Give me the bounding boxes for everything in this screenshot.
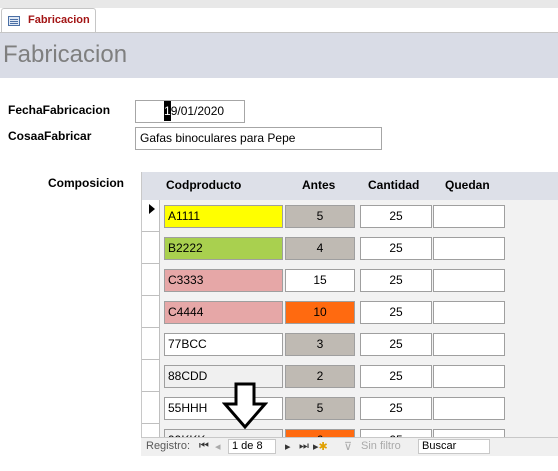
- next-record-icon[interactable]: ▸: [285, 440, 291, 453]
- cantidad-cell[interactable]: 25: [360, 205, 432, 228]
- antes-cell[interactable]: 15: [285, 269, 355, 292]
- record-navigation-bar: Registro: ⏮ ◂ 1 de 8 ▸ ⏭ ▸✱ ⊽ Sin filtro…: [141, 437, 558, 456]
- antes-cell[interactable]: 5: [285, 205, 355, 228]
- row-selector[interactable]: [142, 392, 160, 424]
- current-record-pointer-icon: [149, 204, 155, 214]
- last-record-icon[interactable]: ⏭: [299, 440, 309, 453]
- codproducto-cell[interactable]: A1111: [164, 205, 283, 228]
- document-tabs: Fabricacion: [0, 0, 558, 33]
- cantidad-cell[interactable]: 25: [360, 301, 432, 324]
- composicion-subform[interactable]: Codproducto Antes Cantidad Quedan A1111 5…: [141, 172, 558, 456]
- quedan-cell[interactable]: [433, 237, 505, 260]
- antes-cell[interactable]: 2: [285, 365, 355, 388]
- antes-cell[interactable]: 10: [285, 301, 355, 324]
- tab-fabricacion[interactable]: Fabricacion: [1, 8, 96, 33]
- subform-header: Codproducto Antes Cantidad Quedan: [142, 172, 558, 200]
- row-selector[interactable]: [142, 296, 160, 328]
- row-selector[interactable]: [142, 328, 160, 360]
- quedan-cell[interactable]: [433, 301, 505, 324]
- filter-status[interactable]: Sin filtro: [361, 440, 401, 452]
- codproducto-cell[interactable]: C3333: [164, 269, 283, 292]
- row-selector[interactable]: [142, 264, 160, 296]
- row-selector[interactable]: [142, 200, 160, 232]
- quedan-cell[interactable]: [433, 397, 505, 420]
- antes-cell[interactable]: 5: [285, 397, 355, 420]
- search-field[interactable]: Buscar: [418, 439, 490, 454]
- composicion-label: Composicion: [48, 176, 125, 190]
- record-position-field[interactable]: 1 de 8: [228, 439, 276, 454]
- cantidad-cell[interactable]: 25: [360, 269, 432, 292]
- new-record-icon[interactable]: ▸✱: [313, 440, 328, 453]
- form-title: Fabricacion: [3, 41, 128, 68]
- codproducto-cell[interactable]: 77BCC: [164, 333, 283, 356]
- form-icon: [8, 16, 20, 26]
- cantidad-cell[interactable]: 25: [360, 365, 432, 388]
- antes-cell[interactable]: 3: [285, 333, 355, 356]
- column-header-codproducto: Codproducto: [166, 178, 242, 192]
- cosa-label: CosaaFabricar: [8, 129, 92, 143]
- quedan-cell[interactable]: [433, 333, 505, 356]
- codproducto-cell[interactable]: B2222: [164, 237, 283, 260]
- cantidad-cell[interactable]: 25: [360, 237, 432, 260]
- form-header: Fabricacion: [0, 33, 558, 78]
- fecha-value: 9/01/2020: [170, 104, 225, 118]
- cantidad-cell[interactable]: 25: [360, 397, 432, 420]
- text-cursor: 1: [164, 101, 171, 121]
- registro-label: Registro:: [146, 440, 191, 452]
- row-selector[interactable]: [142, 232, 160, 264]
- quedan-cell[interactable]: [433, 269, 505, 292]
- column-header-cantidad: Cantidad: [368, 178, 420, 192]
- cosa-field[interactable]: Gafas binoculares para Pepe: [135, 127, 382, 150]
- filter-icon[interactable]: ⊽: [344, 440, 352, 453]
- first-record-icon[interactable]: ⏮: [199, 440, 209, 453]
- column-header-antes: Antes: [302, 178, 336, 192]
- quedan-cell[interactable]: [433, 365, 505, 388]
- codproducto-cell[interactable]: C4444: [164, 301, 283, 324]
- tab-label: Fabricacion: [28, 14, 90, 26]
- fecha-field[interactable]: 19/01/2020: [135, 100, 245, 123]
- fecha-label: FechaFabricacion: [8, 103, 111, 117]
- quedan-cell[interactable]: [433, 205, 505, 228]
- tab-strip-background: [0, 0, 558, 8]
- column-header-quedan: Quedan: [445, 178, 490, 192]
- prev-record-icon[interactable]: ◂: [215, 440, 221, 453]
- arrow-down-icon: [222, 382, 268, 430]
- row-selector[interactable]: [142, 360, 160, 392]
- antes-cell[interactable]: 4: [285, 237, 355, 260]
- cantidad-cell[interactable]: 25: [360, 333, 432, 356]
